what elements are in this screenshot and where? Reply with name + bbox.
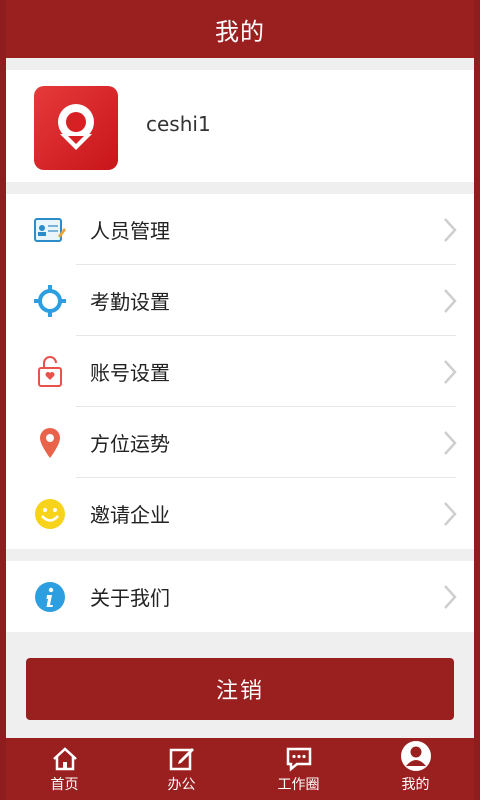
chevron-right-icon [444, 431, 457, 455]
menu-item-staff[interactable]: 人员管理 [6, 194, 474, 265]
chevron-right-icon [444, 289, 457, 313]
menu-item-label: 考勤设置 [90, 290, 170, 314]
tab-me[interactable]: 我的 [357, 738, 474, 800]
gear-icon [34, 285, 66, 317]
user-icon [400, 741, 431, 771]
logout-button[interactable]: 注销 [26, 658, 454, 720]
chevron-right-icon [444, 502, 457, 526]
chevron-right-icon [444, 218, 457, 242]
chevron-right-icon [444, 585, 457, 609]
menu-item-label: 关于我们 [90, 586, 170, 610]
location-pin-icon [34, 427, 66, 459]
profile-card[interactable]: ceshi1 [6, 70, 474, 182]
menu-item-label: 人员管理 [90, 219, 170, 243]
tab-workcircle[interactable]: 工作圈 [240, 738, 357, 800]
app-logo [34, 86, 118, 170]
edit-icon [169, 748, 194, 771]
settings-menu: 人员管理 考勤设置 账号设置 方位运势 邀请企业 [6, 194, 474, 549]
menu-item-label: 方位运势 [90, 432, 170, 456]
page-title: 我的 [215, 17, 265, 46]
menu-item-about[interactable]: 关于我们 [6, 561, 474, 632]
menu-item-label: 账号设置 [90, 361, 170, 385]
tab-home[interactable]: 首页 [6, 738, 123, 800]
tab-label: 办公 [167, 777, 196, 793]
smiley-icon [34, 498, 66, 530]
about-menu: 关于我们 [6, 561, 474, 632]
username: ceshi1 [146, 112, 211, 136]
menu-item-attendance[interactable]: 考勤设置 [6, 265, 474, 336]
app-frame: 我的 ceshi1 人员管理 考勤设置 账号设置 方位运势 邀请企业 关于我们 … [6, 0, 474, 800]
tab-office[interactable]: 办公 [123, 738, 240, 800]
tab-label: 我的 [401, 777, 430, 793]
menu-item-label: 邀请企业 [90, 503, 170, 527]
logo-icon [58, 104, 94, 150]
home-icon [52, 747, 77, 771]
chat-icon [286, 747, 311, 772]
bottom-tab-bar: 首页 办公 工作圈 我的 [6, 738, 474, 800]
lock-icon [34, 356, 66, 388]
menu-item-invite[interactable]: 邀请企业 [6, 478, 474, 549]
id-card-icon [34, 214, 66, 246]
menu-item-fortune[interactable]: 方位运势 [6, 407, 474, 478]
tab-label: 工作圈 [277, 777, 320, 793]
info-icon [34, 581, 66, 613]
menu-item-account[interactable]: 账号设置 [6, 336, 474, 407]
tab-label: 首页 [50, 777, 79, 793]
chevron-right-icon [444, 360, 457, 384]
header-bar: 我的 [6, 0, 474, 58]
